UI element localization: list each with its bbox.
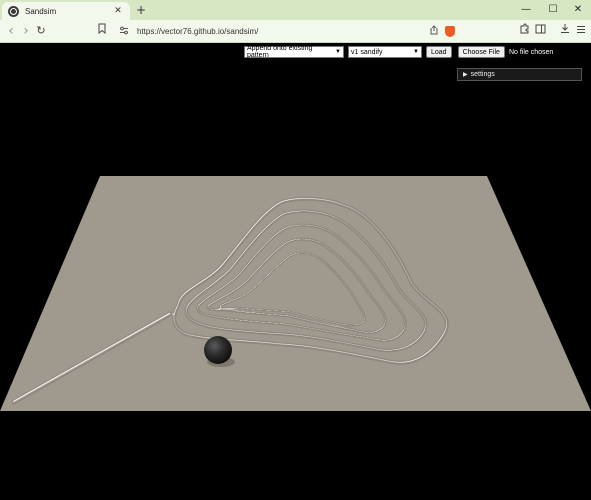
mode-select[interactable]: Append onto existing pattern ▼ [244, 45, 344, 59]
address-bar[interactable]: https://vector76.github.io/sandsim/ [109, 23, 461, 40]
pattern-select[interactable]: v1 sandify ▼ [348, 46, 422, 58]
pattern-select-value: v1 sandify [351, 48, 383, 56]
chevron-down-icon: ▼ [413, 49, 419, 55]
page-content: Append onto existing pattern ▼ v1 sandif… [0, 44, 591, 500]
menu-icon[interactable] [573, 23, 589, 39]
tab-strip: Sandsim ✕ + — ☐ ✕ [0, 0, 591, 20]
maximize-button[interactable]: ☐ [541, 2, 565, 18]
control-bar: Append onto existing pattern ▼ v1 sandif… [244, 45, 554, 59]
extensions-icon[interactable] [516, 23, 532, 39]
reload-button[interactable]: ↻ [33, 23, 49, 39]
tab-sandsim[interactable]: Sandsim ✕ [2, 2, 130, 20]
brave-shield-icon[interactable] [445, 26, 455, 37]
browser-window: Sandsim ✕ + — ☐ ✕ ‹ › ↻ https://vector76… [0, 0, 591, 500]
minimize-button[interactable]: — [514, 2, 538, 18]
forward-button[interactable]: › [18, 23, 34, 39]
tab-close-icon[interactable]: ✕ [112, 6, 124, 16]
triangle-right-icon: ▶ [463, 72, 468, 78]
url-text: https://vector76.github.io/sandsim/ [137, 27, 259, 36]
file-status: No file chosen [508, 48, 554, 56]
close-window-button[interactable]: ✕ [566, 2, 590, 18]
back-button[interactable]: ‹ [3, 23, 19, 39]
tab-title: Sandsim [25, 6, 57, 16]
bookmark-icon[interactable] [94, 23, 110, 39]
site-settings-icon[interactable] [119, 26, 131, 38]
browser-toolbar: ‹ › ↻ https://vector76.github.io/sandsim… [0, 20, 591, 43]
settings-toggle[interactable]: ▶ settings [457, 68, 582, 81]
settings-label: settings [470, 71, 495, 78]
sand-ball [204, 336, 232, 364]
chevron-down-icon: ▼ [335, 49, 341, 55]
globe-icon [8, 5, 19, 17]
mode-select-value: Append onto existing pattern [247, 45, 313, 59]
sand-table-canvas[interactable] [0, 44, 591, 500]
new-tab-button[interactable]: + [134, 3, 148, 17]
download-icon[interactable] [557, 23, 573, 39]
sidebar-icon[interactable] [532, 23, 548, 39]
share-icon[interactable] [427, 25, 441, 38]
load-button[interactable]: Load [426, 46, 452, 58]
choose-file-button[interactable]: Choose File [457, 46, 505, 58]
